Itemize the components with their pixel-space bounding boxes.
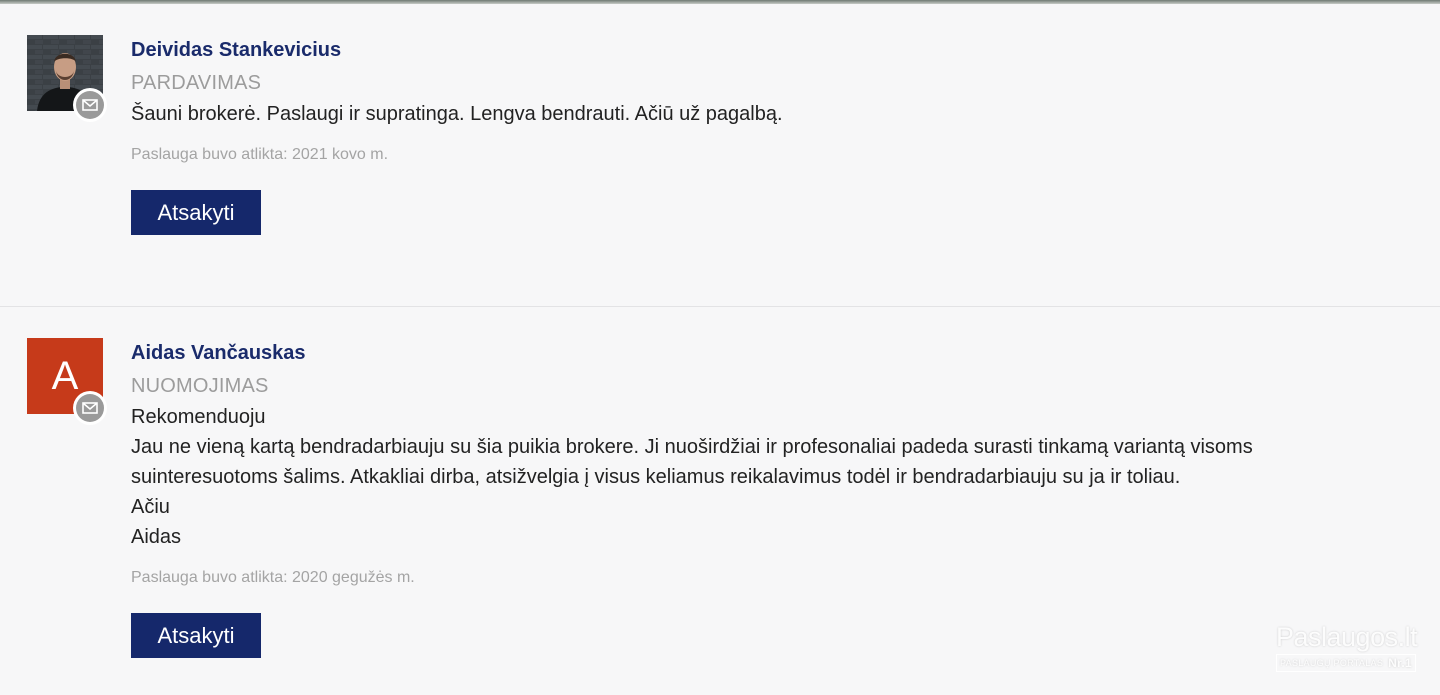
review-text-line: Ačiu	[131, 496, 170, 518]
service-date: Paslauga buvo atlikta: 2021 kovo m.	[131, 146, 389, 163]
watermark-subtitle-box: PASLAUGŲ PORTALAS Nr.1	[1276, 654, 1416, 672]
review-card: Deividas Stankevicius PARDAVIMAS Šauni b…	[0, 4, 1440, 307]
service-category: PARDAVIMAS	[131, 72, 262, 94]
service-category: NUOMOJIMAS	[131, 375, 269, 397]
mail-badge[interactable]	[73, 391, 107, 425]
reviewer-name[interactable]: Deividas Stankevicius	[131, 37, 1380, 63]
avatar[interactable]: A	[27, 338, 107, 425]
mail-badge[interactable]	[73, 88, 107, 122]
review-text-line: suinteresuotoms šalims. Atkakliai dirba,…	[131, 466, 1181, 488]
watermark-badge: Nr.1	[1388, 656, 1412, 670]
review-text: Rekomenduoju Jau ne vieną kartą bendrada…	[131, 402, 1380, 552]
reply-button[interactable]: Atsakyti	[131, 190, 261, 235]
review-text-line: Šauni brokerė. Paslaugi ir supratinga. L…	[131, 103, 783, 125]
reply-button[interactable]: Atsakyti	[131, 613, 261, 658]
review-card: A Aidas Vančauskas NUOMOJIMAS Rekomenduo…	[0, 308, 1440, 695]
watermark-title: Paslaugos.lt	[1276, 622, 1418, 652]
review-text-line: Jau ne vieną kartą bendradarbiauju su ši…	[131, 436, 1253, 458]
service-date: Paslauga buvo atlikta: 2020 gegužės m.	[131, 569, 415, 586]
review-text: Šauni brokerė. Paslaugi ir supratinga. L…	[131, 99, 1380, 129]
mail-icon	[82, 402, 98, 414]
review-content: Aidas Vančauskas NUOMOJIMAS Rekomenduoju…	[131, 340, 1380, 658]
reviewer-name[interactable]: Aidas Vančauskas	[131, 340, 1380, 366]
review-text-line: Aidas	[131, 526, 182, 548]
review-text-line: Rekomenduoju	[131, 406, 266, 428]
mail-icon	[82, 99, 98, 111]
watermark-logo: Paslaugos.lt PASLAUGŲ PORTALAS Nr.1	[1276, 622, 1418, 674]
review-content: Deividas Stankevicius PARDAVIMAS Šauni b…	[131, 37, 1380, 235]
watermark-subtitle: PASLAUGŲ PORTALAS	[1280, 658, 1384, 668]
avatar[interactable]	[27, 35, 107, 122]
